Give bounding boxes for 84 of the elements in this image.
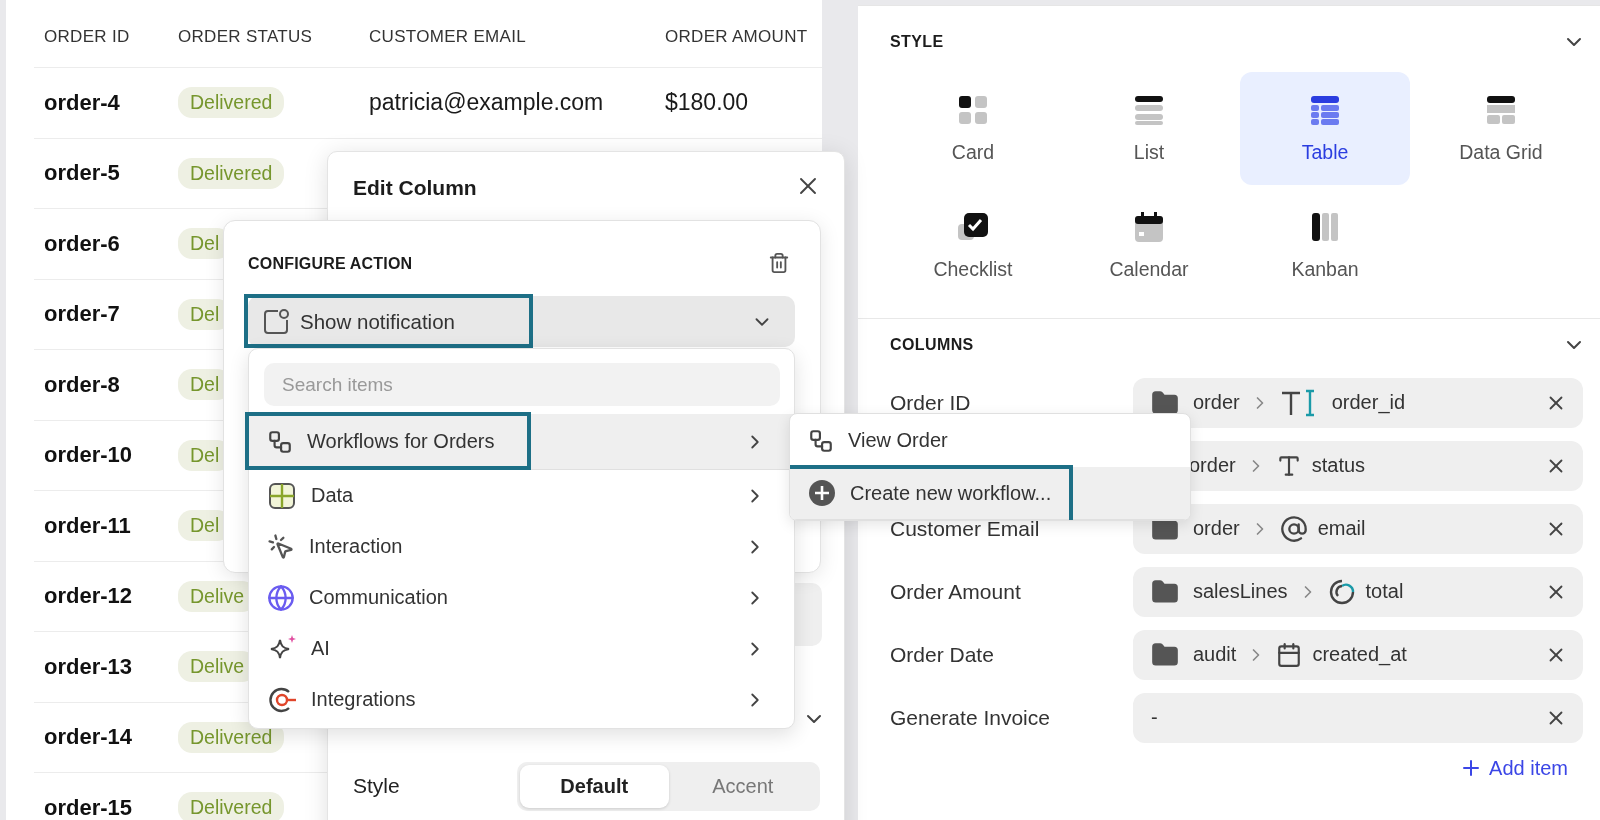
menu-item[interactable]: Create new workflow... — [790, 467, 1190, 520]
column-label: Generate Invoice — [890, 705, 1051, 730]
status-badge: Delivered — [178, 792, 285, 820]
option-label: Calendar — [1109, 258, 1189, 281]
field-mapping[interactable]: order order_id — [1133, 377, 1583, 428]
table-cell-text: order-8 — [44, 371, 121, 398]
table-cell-text: order-14 — [44, 724, 134, 751]
column-header: ORDER AMOUNT — [665, 26, 809, 47]
status-badge: Delivered — [178, 87, 285, 119]
section-title: COLUMNS — [890, 336, 974, 354]
table-cell-text: patricia@example.com — [369, 89, 605, 117]
status-badge: Delivered — [178, 157, 285, 189]
spiral-icon — [1327, 577, 1356, 606]
workflow-icon — [267, 428, 293, 455]
segment-tab[interactable]: Default — [520, 765, 669, 808]
option-label: Table — [1301, 141, 1349, 164]
field-mapping[interactable]: salesLines total — [1133, 566, 1583, 617]
column-label: Order Amount — [890, 579, 1022, 604]
field-mapping[interactable]: - — [1133, 692, 1583, 743]
list-icon — [1132, 93, 1166, 127]
add-item-button[interactable]: Add item — [1453, 755, 1574, 781]
source-name: audit — [1193, 643, 1237, 666]
table-cell-text: order-11 — [44, 512, 132, 539]
field-name: email — [1317, 517, 1367, 540]
table-cell-text: order-12 — [44, 583, 134, 610]
style-option[interactable]: Table — [1240, 72, 1410, 185]
table-cell-text: order-4 — [44, 89, 121, 116]
popover-title: CONFIGURE ACTION — [248, 255, 413, 273]
delete-button[interactable] — [768, 252, 790, 274]
field-name: total — [1365, 580, 1405, 603]
style-option[interactable]: List — [1064, 72, 1234, 185]
segment-tab[interactable]: Accent — [668, 765, 817, 808]
field-label: Style — [353, 774, 400, 798]
table-cell-text: order-5 — [44, 160, 121, 187]
section-title: STYLE — [890, 33, 944, 51]
menu-item[interactable]: Interaction — [249, 521, 794, 572]
column-header: ORDER ID — [44, 26, 131, 47]
column-header: CUSTOMER EMAIL — [369, 26, 527, 47]
table-cell-text: order-15 — [44, 794, 134, 820]
style-option[interactable]: Kanban — [1240, 189, 1410, 302]
search-field[interactable]: Search items — [264, 363, 780, 406]
option-label: Card — [951, 141, 995, 164]
style-option[interactable]: Calendar — [1064, 189, 1234, 302]
select-value: Show notification — [300, 309, 456, 334]
table-cell-text: order-10 — [44, 442, 134, 469]
source-name: order — [1189, 454, 1236, 477]
dialog-title: Edit Column — [353, 176, 477, 200]
source-name: salesLines — [1193, 580, 1288, 603]
column-header: ORDER STATUS — [178, 26, 314, 47]
table-cell-text: $180.00 — [665, 89, 750, 117]
field-mapping[interactable]: audit created_at — [1133, 629, 1583, 680]
globe-icon — [267, 583, 295, 612]
field-mapping[interactable]: order email — [1133, 503, 1583, 554]
style-option[interactable]: Checklist — [888, 189, 1058, 302]
table-icon — [267, 480, 297, 511]
grid-icon — [1484, 93, 1518, 127]
column-label: Order Date — [890, 642, 995, 667]
style-option[interactable]: Card — [888, 72, 1058, 185]
pointer-click-icon — [267, 532, 295, 561]
table-cell-text: order-7 — [44, 301, 121, 328]
field-name: status — [1311, 454, 1367, 477]
table-cell-text: order-6 — [44, 230, 121, 257]
workflow-icon — [808, 427, 834, 454]
field-name: order_id — [1331, 391, 1407, 414]
plus-circle-icon — [808, 479, 836, 507]
table-cell-text: order-13 — [44, 653, 134, 680]
source-name: order — [1193, 517, 1240, 540]
option-label: Checklist — [933, 258, 1013, 281]
column-label: Order ID — [890, 390, 972, 415]
calendar-icon — [1276, 641, 1303, 668]
trash-icon — [768, 252, 790, 274]
cards-icon — [956, 93, 990, 127]
status-badge: Delivered — [178, 721, 285, 753]
at-icon — [1279, 514, 1308, 543]
empty-value: - — [1151, 706, 1159, 729]
calendar-icon — [1132, 210, 1166, 244]
source-name: order — [1193, 391, 1240, 414]
option-label: Data Grid — [1459, 141, 1543, 164]
field-name: created_at — [1312, 643, 1408, 666]
table-icon — [1308, 93, 1342, 127]
notification-icon — [262, 307, 290, 336]
option-label: List — [1133, 141, 1165, 164]
option-label: Kanban — [1291, 258, 1359, 281]
style-option[interactable]: Data Grid — [1416, 72, 1586, 185]
